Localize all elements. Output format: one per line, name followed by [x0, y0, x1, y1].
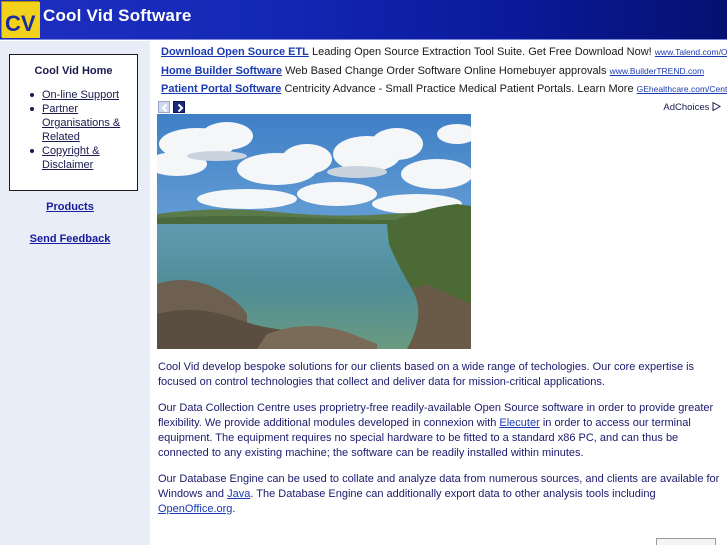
- java-link[interactable]: Java: [227, 488, 250, 500]
- nav-item-online-support: On-line Support: [24, 88, 134, 102]
- ad-title-link[interactable]: Patient Portal Software: [161, 83, 281, 95]
- intro-paragraph: Cool Vid develop bespoke solutions for o…: [158, 361, 695, 388]
- openoffice-link[interactable]: OpenOffice.org: [158, 503, 232, 515]
- nav-item-partner-organisations: Partner Organisations & Related: [24, 102, 134, 144]
- site-header: CV Cool Vid Software: [0, 0, 727, 40]
- nav-box: Cool Vid Home On-line Support Partner Or…: [9, 54, 138, 191]
- elecuter-link[interactable]: Elecuter: [499, 417, 539, 429]
- ad-text: Centricity Advance - Small Practice Medi…: [284, 83, 634, 95]
- nav-box-title: Cool Vid Home: [34, 65, 113, 77]
- nav-list: On-line Support Partner Organisations & …: [24, 88, 134, 172]
- nav-item-copyright: Copyright & Disclaimer: [24, 144, 134, 172]
- ad-url-link[interactable]: www.Talend.com/Open_Sou: [655, 47, 727, 57]
- cv-logo[interactable]: CV: [1, 1, 40, 38]
- ad-prev-button[interactable]: [158, 101, 170, 113]
- adchoices-link[interactable]: AdChoices: [663, 101, 722, 113]
- adchoices-label: AdChoices: [663, 102, 710, 113]
- ad-text: Leading Open Source Extraction Tool Suit…: [311, 46, 652, 58]
- ad-url-link[interactable]: GEhealthcare.com/CentricityAdva: [637, 84, 727, 94]
- database-engine-paragraph: Our Database Engine can be used to colla…: [158, 472, 723, 517]
- send-feedback-link[interactable]: Send Feedback: [0, 233, 140, 245]
- nav-link-partner-organisations[interactable]: Partner Organisations & Related: [42, 103, 120, 143]
- sidebar: Cool Vid Home On-line Support Partner Or…: [0, 41, 150, 545]
- ad-next-button[interactable]: [173, 101, 185, 113]
- chevron-left-icon: [161, 103, 168, 113]
- svg-text:CV: CV: [5, 11, 36, 36]
- ad-title-link[interactable]: Home Builder Software: [161, 65, 282, 77]
- paragraph-text: .: [232, 503, 236, 515]
- ad-row: Download Open Source ETL Leading Open So…: [161, 46, 727, 58]
- ad-url-link[interactable]: www.BuilderTREND.com: [610, 66, 704, 76]
- ad-title-link[interactable]: Download Open Source ETL: [161, 46, 309, 58]
- data-collection-paragraph: Our Data Collection Centre uses propriet…: [158, 401, 723, 461]
- coastal-seascape-image: [157, 114, 471, 349]
- nav-link-online-support[interactable]: On-line Support: [42, 89, 119, 101]
- site-title: Cool Vid Software: [43, 6, 192, 25]
- ad-row: Home Builder Software Web Based Change O…: [161, 65, 727, 77]
- validation-badge[interactable]: [656, 538, 716, 545]
- products-link[interactable]: Products: [0, 201, 140, 213]
- nav-link-copyright[interactable]: Copyright & Disclaimer: [42, 145, 99, 171]
- adchoices-icon: [712, 101, 722, 112]
- paragraph-text: . The Database Engine can additionally e…: [250, 488, 656, 500]
- ad-text: Web Based Change Order Software Online H…: [285, 65, 607, 77]
- ad-row: Patient Portal Software Centricity Advan…: [161, 83, 727, 95]
- chevron-right-icon: [177, 103, 184, 113]
